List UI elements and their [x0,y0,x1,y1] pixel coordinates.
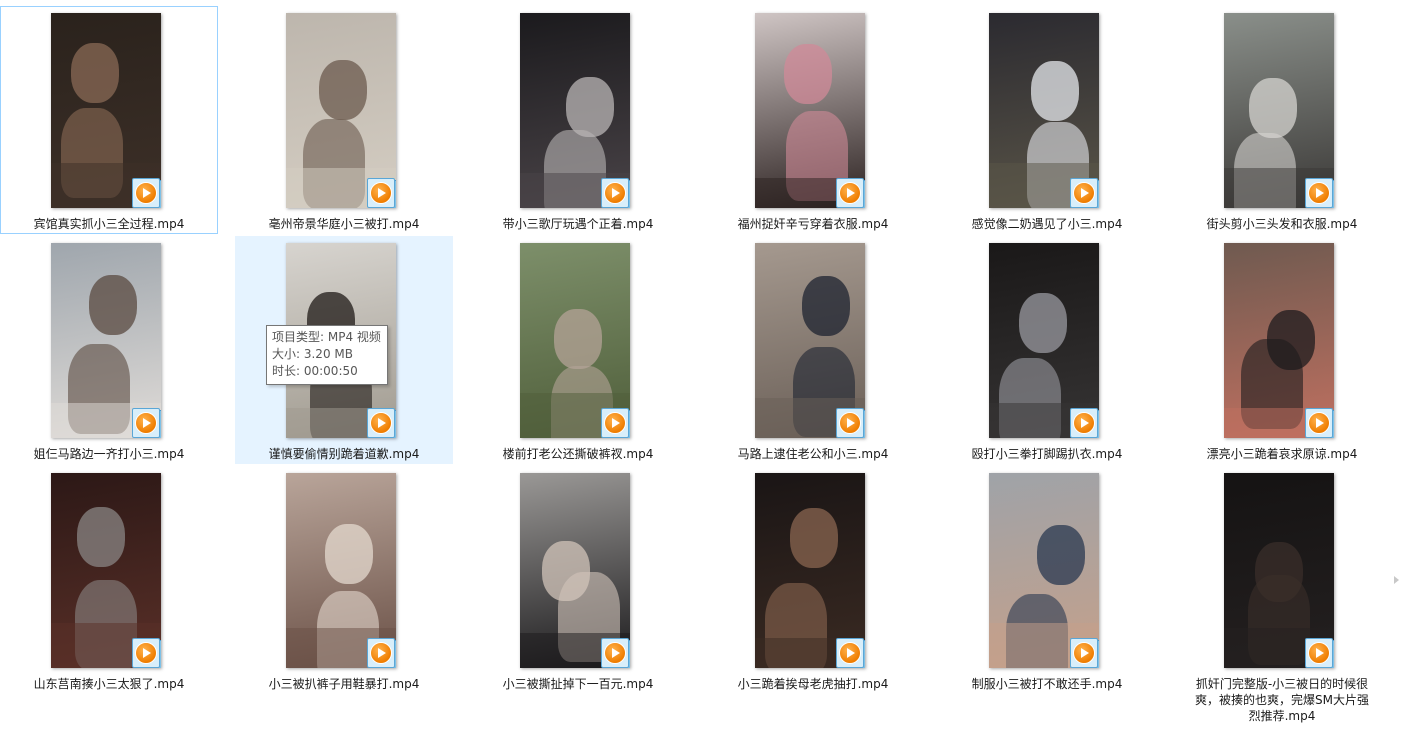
file-item[interactable]: 福州捉奸辛亏穿着衣服.mp4 [704,6,922,234]
video-play-icon [367,408,396,438]
video-thumbnail[interactable] [755,13,865,208]
video-play-icon [132,178,161,208]
video-play-icon [1070,638,1099,668]
video-play-icon [367,178,396,208]
file-item[interactable]: 小三被扒裤子用鞋暴打.mp4 [235,466,453,694]
video-thumbnail[interactable] [1224,13,1334,208]
video-play-icon [601,408,630,438]
file-item[interactable]: 楼前打老公还撕破裤衩.mp4 [469,236,687,464]
file-name-label: 抓奸门完整版-小三被日的时候很爽，被揍的也爽，完爆SM大片强烈推荐.mp4 [1195,677,1369,723]
file-name-label: 带小三歌厅玩遇个正着.mp4 [502,217,654,231]
scroll-right-arrow-icon[interactable] [1394,576,1399,584]
file-item[interactable]: 小三被撕扯掉下一百元.mp4 [469,466,687,694]
file-item[interactable]: 山东莒南揍小三太狠了.mp4 [0,466,218,694]
file-item[interactable]: 姐仨马路边一齐打小三.mp4 [0,236,218,464]
file-name-label: 山东莒南揍小三太狠了.mp4 [33,677,185,691]
file-item[interactable]: 殴打小三拳打脚踢扒衣.mp4 [938,236,1156,464]
file-name-label: 小三被撕扯掉下一百元.mp4 [502,677,654,691]
file-item[interactable]: 街头剪小三头发和衣服.mp4 [1173,6,1391,234]
video-play-icon [601,638,630,668]
file-name-label: 小三被扒裤子用鞋暴打.mp4 [268,677,420,691]
file-item[interactable]: 马路上逮住老公和小三.mp4 [704,236,922,464]
file-item[interactable]: 漂亮小三跪着哀求原谅.mp4 [1173,236,1391,464]
video-play-icon [1305,638,1334,668]
file-name-label: 殴打小三拳打脚踢扒衣.mp4 [971,447,1123,461]
video-play-icon [1305,178,1334,208]
file-item[interactable]: 宾馆真实抓小三全过程.mp4 [0,6,218,234]
file-name-label: 马路上逮住老公和小三.mp4 [737,447,889,461]
file-name-label: 街头剪小三头发和衣服.mp4 [1206,217,1358,231]
video-thumbnail[interactable] [51,473,161,668]
video-play-icon [836,178,865,208]
file-name-label: 小三跪着挨母老虎抽打.mp4 [737,677,889,691]
video-play-icon [1070,408,1099,438]
video-play-icon [601,178,630,208]
file-name-label: 制服小三被打不敢还手.mp4 [971,677,1123,691]
video-thumbnail[interactable] [520,473,630,668]
file-name-label: 漂亮小三跪着哀求原谅.mp4 [1206,447,1358,461]
video-play-icon [132,408,161,438]
file-name-label: 宾馆真实抓小三全过程.mp4 [33,217,185,231]
file-name-label: 楼前打老公还撕破裤衩.mp4 [502,447,654,461]
video-thumbnail[interactable] [51,243,161,438]
file-item[interactable]: 带小三歌厅玩遇个正着.mp4 [469,6,687,234]
video-thumbnail[interactable] [51,13,161,208]
video-thumbnail[interactable] [989,13,1099,208]
file-name-label: 谨慎要偷情别跪着道歉.mp4 [268,447,420,461]
video-play-icon [836,408,865,438]
video-thumbnail[interactable] [286,473,396,668]
video-thumbnail[interactable] [989,243,1099,438]
file-item[interactable]: 小三跪着挨母老虎抽打.mp4 [704,466,922,694]
video-thumbnail[interactable] [1224,243,1334,438]
file-item[interactable]: 抓奸门完整版-小三被日的时候很爽，被揍的也爽，完爆SM大片强烈推荐.mp4 [1173,466,1391,723]
video-thumbnail[interactable] [286,13,396,208]
file-item[interactable]: 亳州帝景华庭小三被打.mp4 [235,6,453,234]
file-item[interactable]: 制服小三被打不敢还手.mp4 [938,466,1156,694]
video-play-icon [367,638,396,668]
tooltip-size: 大小: 3.20 MB [272,347,353,361]
tooltip-duration: 时长: 00:00:50 [272,364,358,378]
video-play-icon [836,638,865,668]
video-play-icon [1070,178,1099,208]
file-grid: 宾馆真实抓小三全过程.mp4 亳州帝景华庭小三被打.mp4 带小三歌厅玩遇个正着.m… [0,0,1401,729]
file-name-label: 感觉像二奶遇见了小三.mp4 [971,217,1123,231]
file-tooltip: 项目类型: MP4 视频 大小: 3.20 MB 时长: 00:00:50 [266,325,388,385]
video-thumbnail[interactable] [755,473,865,668]
video-play-icon [1305,408,1334,438]
video-play-icon [132,638,161,668]
video-thumbnail[interactable] [520,243,630,438]
file-name-label: 亳州帝景华庭小三被打.mp4 [268,217,420,231]
file-name-label: 姐仨马路边一齐打小三.mp4 [33,447,185,461]
file-item[interactable]: 感觉像二奶遇见了小三.mp4 [938,6,1156,234]
video-thumbnail[interactable] [1224,473,1334,668]
file-name-label: 福州捉奸辛亏穿着衣服.mp4 [737,217,889,231]
video-thumbnail[interactable] [520,13,630,208]
video-thumbnail[interactable] [989,473,1099,668]
video-thumbnail[interactable] [755,243,865,438]
tooltip-type: 项目类型: MP4 视频 [272,330,381,344]
